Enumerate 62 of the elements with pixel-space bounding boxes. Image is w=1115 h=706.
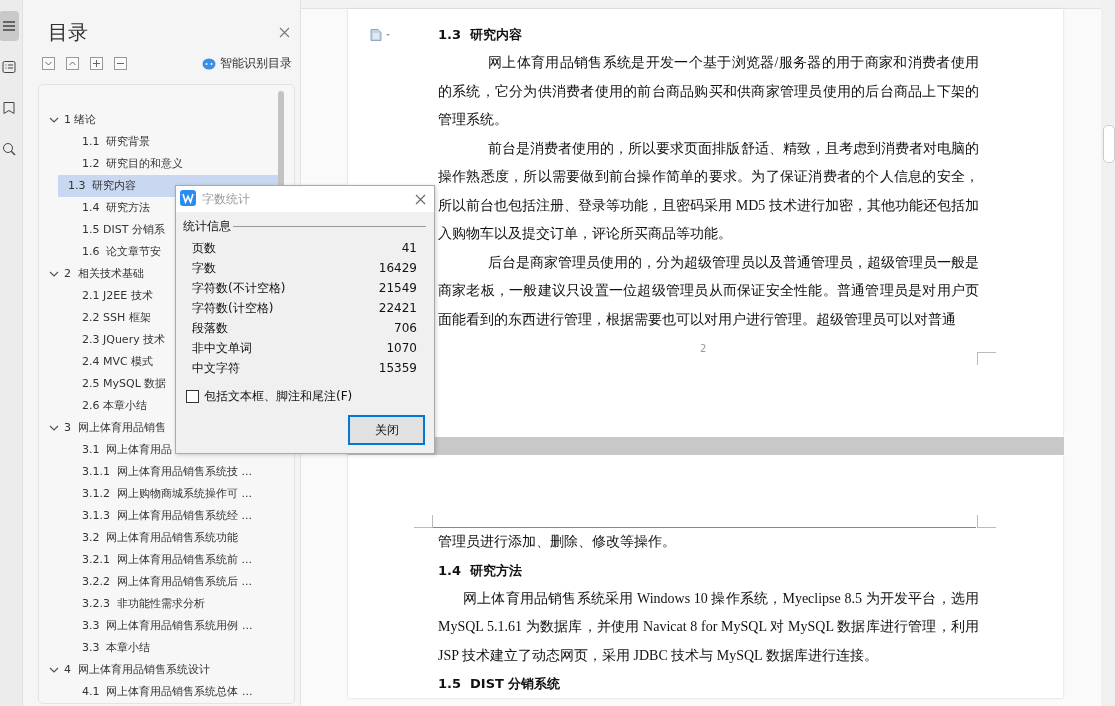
app-logo-icon [180, 189, 196, 209]
section-heading: 1.3 研究内容 [438, 26, 524, 44]
paragraph: 后台是商家管理员使用的，分为超级管理员以及普通管理员，超级管理员一般是商家老板，一般建议只设置一位超级管理员从而保证安全性能。普通管理员是对用户页面能看到的东西进行管理，根据需要也可以对用户进行管理。超级管理员可以对普通 [438, 253, 979, 329]
toc-item[interactable]: 3.1.3 网上体育用品销售系统经 ... [78, 505, 276, 527]
collapse-icon[interactable] [42, 57, 55, 70]
paragraph: 网上体育用品销售系统是开发一个基于浏览器/服务器的用于商家和消费者使用的系统，它分为供消费者使用的前台商品购买和供商家管理员使用的后台商品上下架的管理系统。 [438, 54, 979, 129]
toc-item[interactable]: 3.2.3 非功能性需求分析 [78, 593, 229, 615]
toc-item[interactable]: 3.2.1 网上体育用品销售系统前 ... [78, 549, 276, 571]
toc-item[interactable]: 4 网上体育用品销售系统设计 [60, 659, 234, 681]
toc-item[interactable]: 3.3 网上体育用品销售系统用例 ... [78, 615, 277, 637]
stat-value: 41 [401, 240, 417, 257]
toc-item[interactable]: 1 绪论 [60, 109, 121, 131]
paragraph: 管理员进行添加、删除、修改等操作。 [438, 533, 677, 551]
toc-item[interactable]: 2.2 SSH 框架 [78, 307, 175, 329]
stat-value: 21549 [378, 280, 417, 297]
minus-icon[interactable] [114, 57, 127, 70]
smart-toc-button[interactable]: 智能识别目录 [202, 55, 292, 72]
stat-label: 字符数(不计空格) [192, 280, 286, 297]
stat-label: 中文字符 [192, 360, 240, 377]
section-heading: 1.4 研究方法 [438, 561, 524, 580]
corner-mark [977, 352, 996, 365]
toc-item[interactable]: 2.4 MVC 模式 [78, 351, 178, 373]
toc-item[interactable]: 3.2.2 网上体育用品销售系统后 ... [78, 571, 276, 593]
plus-icon[interactable] [90, 57, 103, 70]
toc-item[interactable]: 3.2 网上体育用品销售系统功能 [78, 527, 263, 549]
stat-label: 段落数 [192, 320, 228, 337]
toc-item[interactable]: 2 相关技术基础 [60, 263, 168, 285]
close-button[interactable]: 关闭 [348, 415, 425, 445]
toc-item[interactable]: 2.1 J2EE 技术 [78, 285, 177, 307]
toc-item[interactable]: 1.2 研究目的和意义 [78, 153, 208, 175]
paragraph: 前台是消费者使用的，所以要求页面排版舒适、精致，且考虑到消费者对电脑的操作熟悉度，所以需要做到前台操作简单的要求。为了保证消费者的个人信息的安全，所以前台也包括注册、登录等功能，且密码采用 MD5 技术进行加密，其他功能还包括加入购物车以及提交订单，评论所买商品等功能。 [438, 139, 979, 243]
panel-title: 目录 [48, 19, 88, 46]
toc-item[interactable]: 1.4 研究方法 [78, 197, 175, 219]
paragraph: 网上体育用品销售系统采用 Windows 10 操作系统，Myeclipse 8.5 为开发平台，选用 MySQL 5.1.61 为数据库，并使用 Navicat 8 for MySQL 对 MySQL 数据库进行管理，利用 JSP 技术建立了动态网页，采用 JDBC 技术与 MySQL 数据库进行连接。 [438, 589, 979, 665]
close-icon[interactable] [415, 193, 426, 205]
toc-item[interactable]: 2.6 本章小结 [78, 395, 171, 417]
scrollbar-thumb[interactable] [1103, 125, 1115, 163]
stat-value: 15359 [378, 360, 417, 377]
stat-label: 页数 [192, 240, 216, 257]
stat-value: 706 [394, 320, 417, 337]
checkbox-label[interactable]: 包括文本框、脚注和尾注(F) [204, 388, 353, 405]
corner-mark [414, 515, 433, 528]
toc-item[interactable]: 3.1.2 网上购物商城系统操作可 ... [78, 483, 276, 505]
toc-item[interactable]: 3.1.1 网上体育用品销售系统技 ... [78, 461, 276, 483]
outline-icon[interactable] [0, 11, 19, 41]
checkbox[interactable] [186, 390, 199, 403]
cloud-icon [202, 57, 216, 70]
toc-item[interactable]: 1.1 研究背景 [78, 131, 175, 153]
page-number: 2 [700, 343, 707, 354]
stat-label: 字符数(计空格) [192, 300, 274, 317]
toc-item[interactable]: 4.1 网上体育用品销售系统总体 ... [78, 681, 277, 703]
toc-item[interactable]: 3.3 本章小结 [78, 637, 175, 659]
stat-label: 非中文单词 [192, 340, 252, 357]
corner-mark [977, 515, 996, 528]
expand-icon[interactable] [66, 57, 79, 70]
stat-value: 16429 [378, 260, 417, 277]
stat-value: 1070 [386, 340, 417, 357]
close-icon[interactable] [279, 27, 290, 38]
section-heading: 1.5 DIST 分销系统 [438, 675, 562, 693]
stat-label: 字数 [192, 260, 216, 277]
group-label: 统计信息 [183, 218, 231, 235]
stat-value: 22421 [378, 300, 417, 317]
